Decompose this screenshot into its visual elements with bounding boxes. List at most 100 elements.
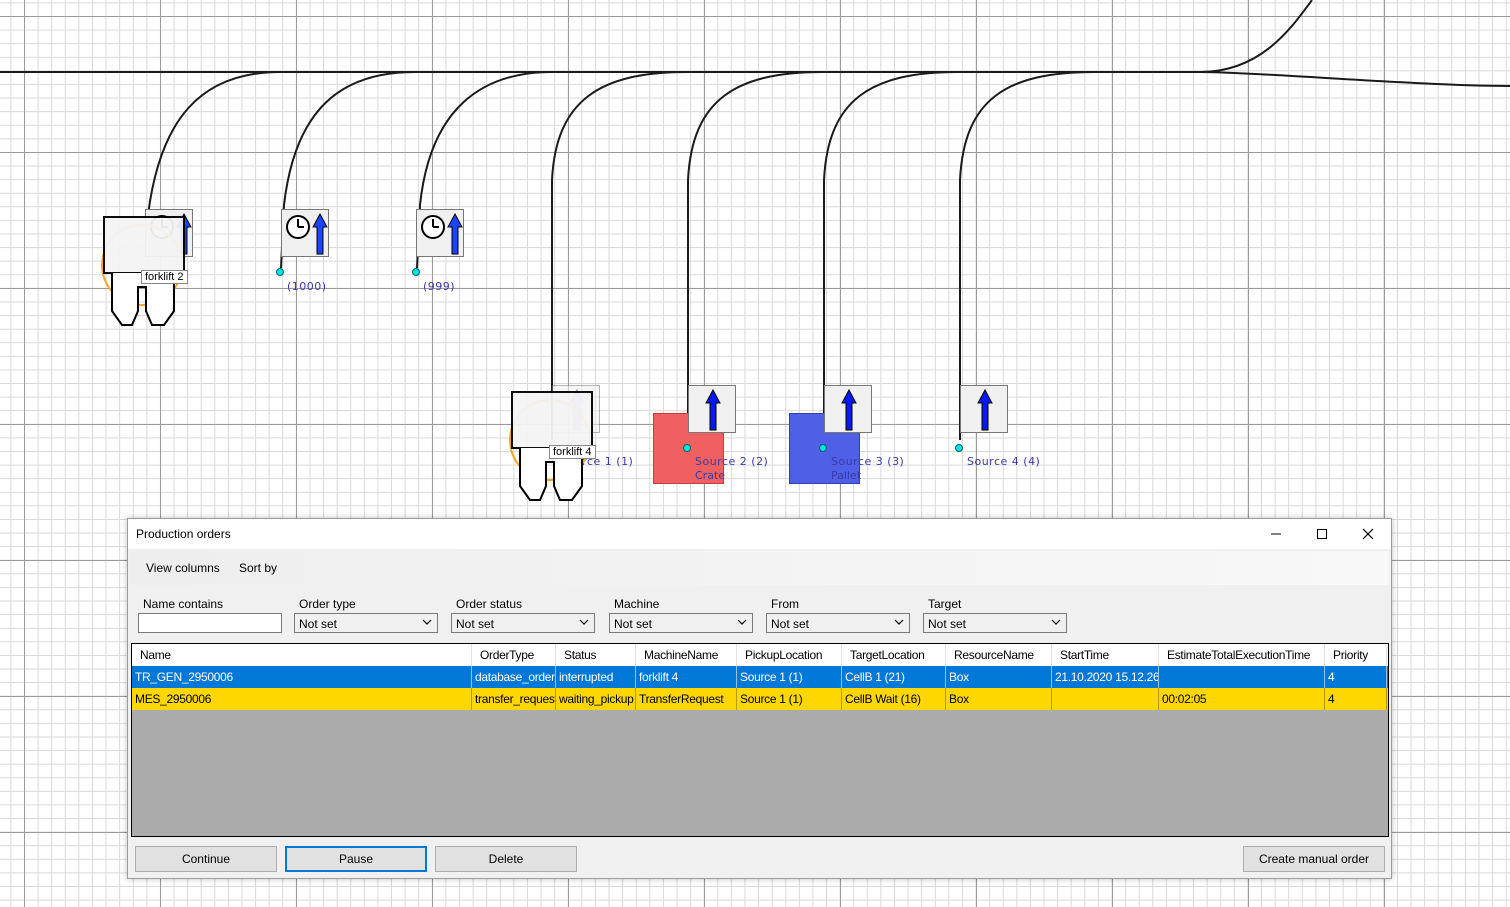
- name-contains-input[interactable]: [138, 613, 282, 633]
- delete-button[interactable]: Delete: [435, 846, 577, 872]
- table-cell: 21.10.2020 15.12.26: [1052, 666, 1159, 688]
- table-cell: [1052, 688, 1159, 710]
- arrow-up-icon: [841, 389, 857, 431]
- column-header[interactable]: EstimateTotalExecutionTime: [1159, 644, 1325, 666]
- maximize-icon: [1317, 529, 1327, 539]
- table-cell: database_order: [472, 666, 556, 688]
- table-cell: 4: [1325, 666, 1387, 688]
- branch-path: [147, 71, 281, 216]
- order-type-select[interactable]: Not set: [294, 613, 438, 633]
- filter-label: From: [771, 597, 799, 611]
- table-row[interactable]: TR_GEN_2950006 database_order interrupte…: [132, 666, 1388, 688]
- minimize-icon: [1271, 533, 1281, 535]
- table-cell: Source 1 (1): [737, 688, 842, 710]
- filter-label: Machine: [614, 597, 660, 611]
- filter-label: Order status: [456, 597, 523, 611]
- chevron-down-icon: [894, 619, 904, 625]
- table-cell: waiting_pickup: [556, 688, 636, 710]
- menu-view-columns[interactable]: View columns: [146, 561, 220, 575]
- maximize-button[interactable]: [1299, 519, 1345, 549]
- main-path: [0, 71, 1510, 87]
- column-header[interactable]: Name: [132, 644, 472, 666]
- station-sublabel: Pallet: [831, 469, 862, 482]
- connector-dot[interactable]: [683, 444, 691, 452]
- table-cell: Source 1 (1): [737, 666, 842, 688]
- table-cell: forklift 4: [636, 666, 737, 688]
- clock-icon: [286, 215, 310, 239]
- table-cell: interrupted: [556, 666, 636, 688]
- connector-dot[interactable]: [276, 268, 284, 276]
- chevron-down-icon: [1051, 619, 1061, 625]
- exit-path: [1199, 0, 1313, 73]
- station-source-4[interactable]: [960, 385, 1008, 433]
- orders-table[interactable]: Name OrderType Status MachineName Pickup…: [131, 643, 1389, 837]
- table-row[interactable]: MES_2950006 transfer_request waiting_pic…: [132, 688, 1388, 710]
- station-source-2[interactable]: [688, 385, 736, 433]
- forklift-2[interactable]: forklift 2: [100, 215, 195, 330]
- table-cell: 4: [1325, 688, 1387, 710]
- forklift-4[interactable]: forklift 4: [508, 390, 603, 505]
- menu-bar: View columns Sort by: [130, 551, 1389, 585]
- filter-order-type: Order type Not set: [291, 595, 439, 633]
- filter-label: Target: [928, 597, 962, 611]
- select-value: Not set: [771, 617, 810, 631]
- menu-sort-by[interactable]: Sort by: [239, 561, 277, 575]
- filter-label: Name contains: [143, 597, 224, 611]
- column-header[interactable]: OrderType: [472, 644, 556, 666]
- from-select[interactable]: Not set: [766, 613, 910, 633]
- filter-from: From Not set: [763, 595, 911, 633]
- table-cell: [1159, 666, 1325, 688]
- continue-button[interactable]: Continue: [135, 846, 277, 872]
- table-cell: Box: [946, 688, 1052, 710]
- connector-dot[interactable]: [819, 444, 827, 452]
- title-bar[interactable]: Production orders: [128, 519, 1391, 549]
- close-icon: [1362, 528, 1374, 540]
- minimize-button[interactable]: [1253, 519, 1299, 549]
- machine-select[interactable]: Not set: [609, 613, 753, 633]
- filter-label: Order type: [299, 597, 356, 611]
- select-value: Not set: [928, 617, 967, 631]
- station-label: Source 4 (4): [967, 455, 1041, 468]
- close-button[interactable]: [1345, 519, 1391, 549]
- chevron-down-icon: [737, 619, 747, 625]
- table-cell: TransferRequest: [636, 688, 737, 710]
- column-header[interactable]: TargetLocation: [842, 644, 946, 666]
- station-label: (1000): [287, 280, 327, 293]
- column-header[interactable]: Priority: [1325, 644, 1387, 666]
- select-value: Not set: [456, 617, 495, 631]
- table-cell: Box: [946, 666, 1052, 688]
- arrow-up-icon: [312, 213, 328, 255]
- station-clock-2[interactable]: [281, 209, 329, 257]
- chevron-down-icon: [579, 619, 589, 625]
- station-clock-3[interactable]: [416, 209, 464, 257]
- arrow-up-icon: [447, 213, 463, 255]
- table-cell: TR_GEN_2950006: [132, 666, 472, 688]
- chevron-down-icon: [422, 619, 432, 625]
- production-orders-window: Production orders View columns Sort by N…: [127, 518, 1392, 879]
- station-label: Source 2 (2): [695, 455, 769, 468]
- column-header[interactable]: Status: [556, 644, 636, 666]
- filter-name-contains: Name contains: [135, 595, 283, 633]
- select-value: Not set: [614, 617, 653, 631]
- filter-target: Target Not set: [920, 595, 1068, 633]
- window-title: Production orders: [136, 527, 231, 541]
- connector-dot[interactable]: [412, 268, 420, 276]
- column-header[interactable]: PickupLocation: [737, 644, 842, 666]
- target-select[interactable]: Not set: [923, 613, 1067, 633]
- station-source-3[interactable]: [824, 385, 872, 433]
- column-header[interactable]: ResourceName: [946, 644, 1052, 666]
- table-cell: CellB 1 (21): [842, 666, 946, 688]
- clock-icon: [421, 215, 445, 239]
- arrow-up-icon: [705, 389, 721, 431]
- connector-dot[interactable]: [955, 444, 963, 452]
- column-header[interactable]: StartTime: [1052, 644, 1159, 666]
- create-manual-order-button[interactable]: Create manual order: [1243, 846, 1385, 872]
- arrow-up-icon: [977, 389, 993, 431]
- station-label: (999): [423, 280, 456, 293]
- order-status-select[interactable]: Not set: [451, 613, 595, 633]
- table-cell: 00:02:05: [1159, 688, 1325, 710]
- station-label: Source 3 (3): [831, 455, 905, 468]
- table-cell: CellB Wait (16): [842, 688, 946, 710]
- pause-button[interactable]: Pause: [285, 846, 427, 872]
- column-header[interactable]: MachineName: [636, 644, 737, 666]
